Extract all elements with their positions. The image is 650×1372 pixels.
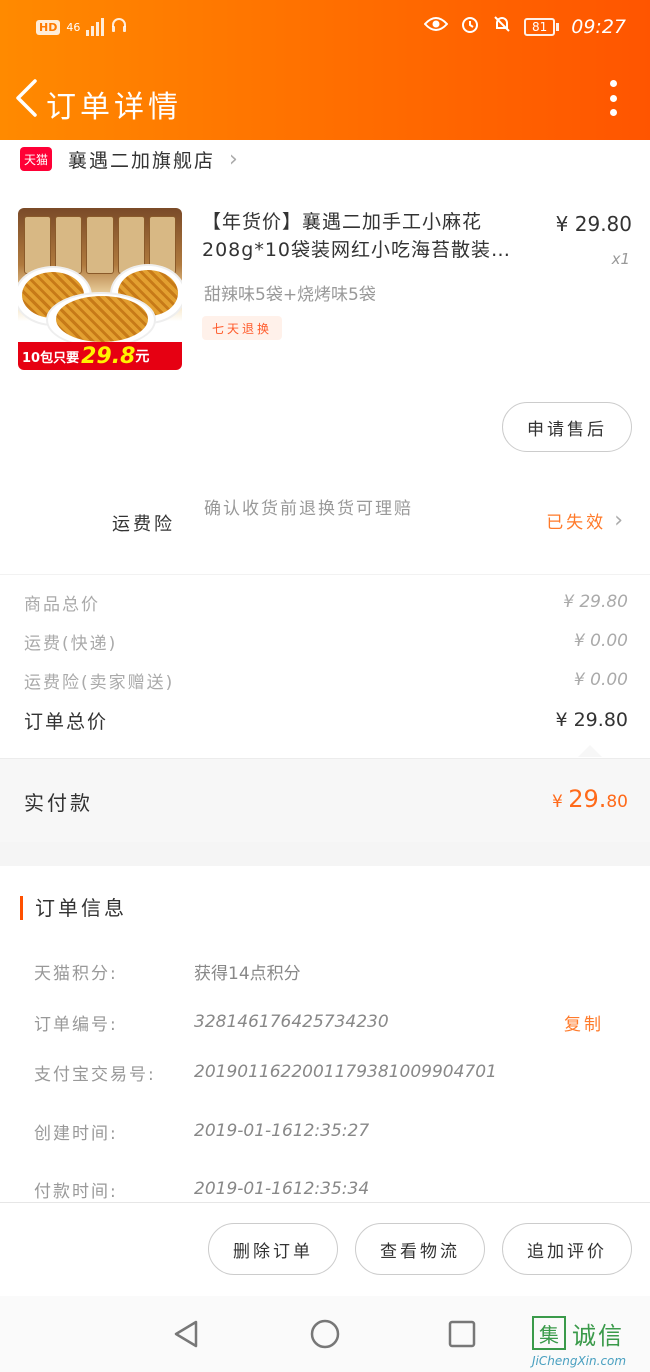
order-total-row: 订单总价 ¥ 29.80 [24,705,628,735]
battery-level: 81 [523,17,556,36]
paid-decimal: 80 [606,792,628,812]
status-bar: HD 46 81 09:27 [0,0,650,56]
caret-up-icon [578,745,602,757]
info-row: 创建时间: 2019-01-1612:35:27 [34,1116,628,1146]
insurance-description: 确认收货前退换货可理赔 [204,499,413,519]
info-row: 订单编号: 328146176425734230 复制 [34,1007,628,1037]
info-key: 订单编号: [34,1014,118,1035]
info-key: 天猫积分: [34,963,118,984]
paid-value: ¥ 29.80 [552,785,628,813]
order-total-value: ¥ 29.80 [555,709,628,731]
apply-after-sale-button[interactable]: 申请售后 [502,402,632,452]
system-home-button[interactable] [307,1316,343,1352]
system-recents-button[interactable] [444,1316,480,1352]
watermark-url: JiChengXin.com [532,1354,627,1368]
insurance-status-text: 已失效 [546,513,607,533]
order-total-label: 订单总价 [24,710,109,733]
created-time: 2019-01-1612:35:27 [194,1121,370,1141]
copy-button[interactable]: 复制 [564,1010,604,1035]
delete-order-button[interactable]: 删除订单 [208,1223,338,1275]
circle-home-icon [310,1319,340,1349]
back-button[interactable] [8,76,44,120]
product-quantity: x1 [611,250,630,268]
square-recents-icon [448,1320,476,1348]
store-row[interactable]: 天猫 襄遇二加旗舰店 › [0,140,650,178]
paid-time: 2019-01-1612:35:34 [194,1179,370,1199]
app-header: HD 46 81 09:27 订单详情 [0,0,650,140]
status-right: 81 09:27 [423,14,626,39]
info-row: 付款时间: 2019-01-1612:35:34 [34,1174,628,1204]
watermark-name: 诚信 [572,1322,624,1350]
summary-label: 商品总价 [24,594,100,615]
tmall-logo: 天猫 [20,147,52,171]
info-key: 付款时间: [34,1181,118,1202]
return-policy-tag: 七天退换 [202,316,283,340]
chevron-right-icon: › [614,508,626,533]
product-price: ¥ 29.80 [555,212,632,236]
signal-icon [86,18,105,36]
watermark: 集 诚信 JiChengXin.com [532,1316,644,1368]
promo-unit: 元 [135,349,150,365]
add-review-button[interactable]: 追加评价 [502,1223,632,1275]
summary-value: ¥ 0.00 [573,670,628,690]
product-spec: 甜辣味5袋+烧烤味5袋 [204,285,376,305]
page-title: 订单详情 [46,90,182,125]
info-value: 获得14点积分 [194,963,301,984]
store-name[interactable]: 襄遇二加旗舰店 [68,146,215,173]
info-key: 支付宝交易号: [34,1064,156,1085]
view-logistics-button[interactable]: 查看物流 [355,1223,485,1275]
insurance-status[interactable]: 已失效 › [546,508,626,533]
summary-row: 运费(快递) ¥ 0.00 [24,626,628,656]
insurance-label: 运费险 [112,514,175,535]
more-menu-button[interactable] [606,80,620,116]
shipping-insurance-row[interactable]: 运费险 确认收货前退换货可理赔 已失效 › [0,478,650,574]
summary-label: 运费(快递) [24,633,118,654]
paid-integer: 29. [568,785,607,813]
info-key: 创建时间: [34,1123,118,1144]
promo-banner: 10包只要 29.8 元 [18,342,182,370]
chevron-right-icon: › [229,146,238,172]
alarm-icon [460,14,480,39]
info-row: 天猫积分: 获得14点积分 [34,956,628,986]
headset-icon [110,16,128,38]
paid-currency: ¥ [551,792,569,812]
product-title[interactable]: 【年货价】襄遇二加手工小麻花208g*10袋装网红小吃海苔散装… [202,208,542,264]
triangle-back-icon [174,1320,198,1348]
order-info-section: 订单信息 天猫积分: 获得14点积分 订单编号: 328146176425734… [0,866,650,1202]
info-row: 支付宝交易号: 2019011622001179381009904701 [34,1057,628,1087]
order-number: 328146176425734230 [194,1012,389,1032]
watermark-logo: 集 [532,1316,566,1350]
summary-value: ¥ 29.80 [563,592,628,612]
promo-prefix: 10包只要 [22,350,80,366]
product-image[interactable]: 10包只要 29.8 元 [18,208,182,370]
bell-off-icon [492,14,512,39]
order-info-heading: 订单信息 [20,896,127,920]
chevron-left-icon [16,79,37,117]
price-summary: 商品总价 ¥ 29.80 运费(快递) ¥ 0.00 运费险(卖家赠送) ¥ 0… [0,574,650,758]
system-nav-bar: 集 诚信 JiChengXin.com [0,1296,650,1372]
network-label: 46 [66,20,81,34]
system-back-button[interactable] [168,1316,204,1352]
eye-icon [423,16,449,37]
nav-bar: 订单详情 [0,56,650,140]
product-card: 10包只要 29.8 元 【年货价】襄遇二加手工小麻花208g*10袋装网红小吃… [0,178,650,478]
summary-value: ¥ 0.00 [573,631,628,651]
alipay-trade-number: 2019011622001179381009904701 [194,1062,497,1082]
hd-badge: HD [36,19,61,35]
battery-icon: 81 [523,17,560,36]
summary-row: 运费险(卖家赠送) ¥ 0.00 [24,665,628,695]
paid-amount-row: 实付款 ¥ 29.80 [0,758,650,842]
status-left: HD 46 [36,16,128,38]
summary-row: 商品总价 ¥ 29.80 [24,587,628,617]
promo-price: 29.8 [81,343,136,369]
summary-label: 运费险(卖家赠送) [24,672,175,693]
paid-label: 实付款 [24,791,93,815]
action-bar: 删除订单 查看物流 追加评价 [0,1202,650,1296]
status-time: 09:27 [571,15,626,38]
